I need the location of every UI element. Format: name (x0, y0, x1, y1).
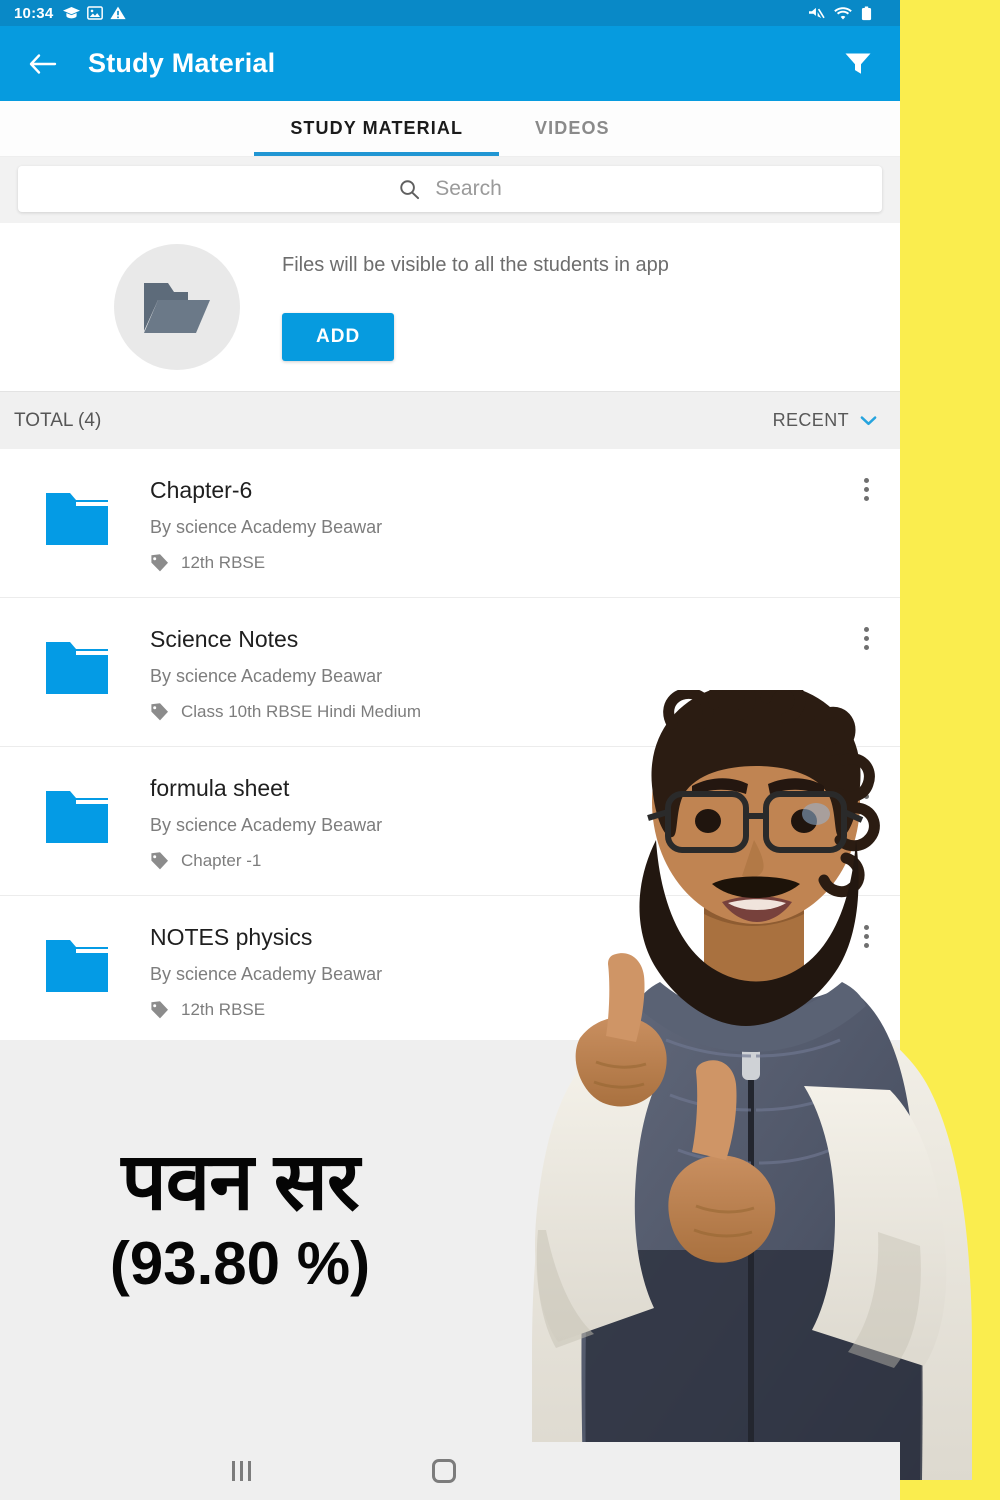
screen-root: 10:34 Study Material STUDY MATERIAL VIDE… (0, 0, 1000, 1500)
home-icon[interactable] (432, 1459, 456, 1483)
visibility-note: Files will be visible to all the student… (282, 253, 669, 276)
item-tag-label: Chapter -1 (181, 851, 262, 871)
open-folder-icon (144, 283, 210, 333)
chevron-down-icon (860, 416, 877, 426)
more-vertical-icon (863, 495, 869, 501)
item-details: Chapter-6 By science Academy Beawar 12th… (150, 475, 900, 573)
search-input[interactable]: Search (18, 166, 882, 212)
item-overflow-menu[interactable] (848, 620, 884, 656)
more-vertical-icon (863, 626, 869, 632)
folder-icon (46, 638, 108, 699)
item-details: NOTES physics By science Academy Beawar … (150, 922, 900, 1020)
add-folder-section: Files will be visible to all the student… (0, 223, 900, 391)
item-tag: 12th RBSE (150, 1000, 900, 1020)
more-vertical-icon (863, 942, 869, 948)
list-header-bar: TOTAL (4) RECENT (0, 391, 900, 449)
tag-icon (151, 703, 168, 721)
add-button[interactable]: ADD (282, 312, 395, 361)
more-vertical-icon (863, 486, 869, 492)
item-author: By science Academy Beawar (150, 815, 383, 836)
item-overflow-menu[interactable] (848, 471, 884, 507)
yellow-background-strip (900, 0, 1000, 1500)
folder-icon (46, 787, 108, 848)
tag-icon (151, 554, 168, 572)
item-overflow-menu[interactable] (848, 918, 884, 954)
more-vertical-icon (863, 924, 869, 930)
table-row[interactable]: Science Notes By science Academy Beawar … (0, 598, 900, 747)
sort-dropdown-label: RECENT (772, 410, 849, 430)
tab-videos[interactable]: VIDEOS (499, 101, 646, 156)
search-placeholder: Search (435, 177, 502, 200)
wifi-icon (834, 6, 852, 19)
search-icon (400, 179, 420, 199)
graduation-cap-icon (63, 7, 81, 19)
status-bar-notification-icons (63, 6, 126, 20)
more-vertical-icon (863, 784, 869, 790)
folder-icon (46, 489, 108, 550)
recents-icon[interactable] (232, 1461, 251, 1481)
filter-button[interactable] (838, 44, 878, 84)
item-tag: Chapter -1 (150, 851, 900, 871)
back-button[interactable] (26, 47, 60, 81)
item-title: Chapter-6 (150, 477, 253, 503)
table-row[interactable]: formula sheet By science Academy Beawar … (0, 747, 900, 896)
folder-icon (46, 936, 108, 997)
item-details: formula sheet By science Academy Beawar … (150, 773, 900, 871)
more-vertical-icon (863, 635, 869, 641)
instructor-name: पवन सर (121, 1137, 359, 1226)
tab-study-material-label: STUDY MATERIAL (290, 118, 464, 138)
status-bar-clock: 10:34 (14, 4, 54, 22)
arrow-left-icon (29, 53, 57, 74)
more-vertical-icon (863, 793, 869, 799)
item-title: Science Notes (150, 626, 299, 652)
item-details: Science Notes By science Academy Beawar … (150, 624, 900, 722)
image-icon (87, 6, 104, 20)
android-navigation-bar (0, 1442, 900, 1500)
add-folder-content: Files will be visible to all the student… (282, 254, 669, 361)
item-author: By science Academy Beawar (150, 666, 383, 687)
item-title: NOTES physics (150, 924, 313, 950)
item-author: By science Academy Beawar (150, 517, 383, 538)
item-tag-label: 12th RBSE (181, 553, 266, 573)
item-title: formula sheet (150, 775, 290, 801)
folder-avatar (114, 244, 240, 370)
more-vertical-icon (863, 775, 869, 781)
table-row[interactable]: NOTES physics By science Academy Beawar … (0, 896, 900, 1045)
tab-bar: STUDY MATERIAL VIDEOS (0, 101, 900, 157)
tab-videos-label: VIDEOS (535, 118, 610, 138)
more-vertical-icon (863, 477, 869, 483)
total-count-label: TOTAL (4) (14, 409, 102, 431)
page-title: Study Material (88, 48, 276, 78)
status-bar: 10:34 (0, 0, 900, 26)
item-tag-label: Class 10th RBSE Hindi Medium (181, 702, 421, 722)
sort-dropdown[interactable]: RECENT (773, 410, 878, 431)
table-row[interactable]: Chapter-6 By science Academy Beawar 12th… (0, 449, 900, 598)
tag-icon (151, 852, 168, 870)
instructor-percentage: (93.80 %) (109, 1230, 371, 1297)
filter-funnel-icon (845, 53, 871, 74)
warning-icon (110, 6, 126, 20)
study-material-list: Chapter-6 By science Academy Beawar 12th… (0, 449, 900, 1045)
item-tag: 12th RBSE (150, 553, 900, 573)
item-author: By science Academy Beawar (150, 964, 383, 985)
promo-text-block: पवन सर (93.80 %) (30, 1142, 450, 1294)
item-overflow-menu[interactable] (848, 769, 884, 805)
app-bar: Study Material (0, 26, 900, 101)
battery-icon (861, 6, 872, 20)
status-bar-system-icons (808, 6, 890, 21)
mute-icon (809, 7, 825, 18)
tag-icon (151, 1001, 168, 1019)
more-vertical-icon (863, 644, 869, 650)
more-vertical-icon (863, 933, 869, 939)
tab-study-material[interactable]: STUDY MATERIAL (254, 101, 499, 156)
search-section: Search (0, 157, 900, 223)
item-tag: Class 10th RBSE Hindi Medium (150, 702, 900, 722)
item-tag-label: 12th RBSE (181, 1000, 266, 1020)
